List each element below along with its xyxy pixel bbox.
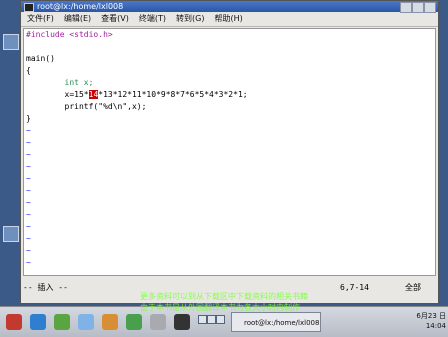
menu-go[interactable]: 转到(G) [176, 12, 204, 26]
menu-edit[interactable]: 编辑(E) [64, 12, 91, 26]
mail-icon[interactable] [54, 314, 70, 330]
empty-line-marker: ~ [26, 174, 31, 183]
browser-icon[interactable] [30, 314, 46, 330]
empty-line-marker: ~ [26, 258, 31, 267]
empty-line-marker: ~ [26, 138, 31, 147]
code-line: } [26, 114, 31, 123]
close-button[interactable] [424, 2, 436, 13]
menu-help[interactable]: 帮助(H) [214, 12, 242, 26]
vim-editor[interactable]: #include <stdio.h> main() { int x; x=15*… [23, 28, 436, 276]
code-after-cursor: *13*12*11*10*9*8*7*6*5*4*3*2*1; [98, 90, 248, 99]
terminal-icon [24, 3, 34, 12]
code-before-cursor: x=15* [26, 90, 89, 99]
maximize-button[interactable] [412, 2, 424, 13]
watermark-text-2: 由于本书是从外国翻译本书为各大小时内制作 [140, 303, 300, 312]
code-line: printf("%d\n",x); [26, 102, 147, 111]
empty-line-marker: ~ [26, 246, 31, 255]
menu-terminal[interactable]: 终端(T) [139, 12, 166, 26]
code-line: main() [26, 54, 55, 63]
menu-bar: 文件(F) 编辑(E) 查看(V) 终端(T) 转到(G) 帮助(H) [21, 12, 438, 27]
text-cursor: 14 [88, 90, 99, 99]
watermark-overlay: 更多资料可以到从下载区中下载资料的相关书籍 由于本书是从外国翻译本书为各大小时内… [140, 291, 440, 335]
start-menu-icon[interactable] [6, 314, 22, 330]
office-impress-icon[interactable] [102, 314, 118, 330]
empty-line-marker: ~ [26, 234, 31, 243]
code-line: { [26, 66, 31, 75]
mode-indicator: -- 插入 -- [23, 283, 68, 292]
terminal-window: root@lx:/home/lxl008 文件(F) 编辑(E) 查看(V) 终… [20, 0, 439, 304]
empty-line-marker: ~ [26, 150, 31, 159]
empty-line-marker: ~ [26, 126, 31, 135]
empty-line-marker: ~ [26, 222, 31, 231]
empty-line-marker: ~ [26, 186, 31, 195]
code-line: x=15*14*13*12*11*10*9*8*7*6*5*4*3*2*1; [26, 89, 248, 101]
window-titlebar[interactable]: root@lx:/home/lxl008 [21, 1, 438, 13]
code-line: int x; [26, 77, 94, 89]
menu-file[interactable]: 文件(F) [27, 12, 54, 26]
empty-line-marker: ~ [26, 210, 31, 219]
empty-line-marker: ~ [26, 198, 31, 207]
office-writer-icon[interactable] [78, 314, 94, 330]
empty-line-marker: ~ [26, 162, 31, 171]
watermark-text-1: 更多资料可以到从下载区中下载资料的相关书籍 [140, 292, 308, 301]
type-keyword: int x; [26, 78, 94, 87]
desktop-icon-2[interactable] [3, 226, 19, 242]
window-title: root@lx:/home/lxl008 [37, 2, 124, 11]
desktop-icon-1[interactable] [3, 34, 19, 50]
code-line: #include <stdio.h> [26, 30, 113, 39]
menu-view[interactable]: 查看(V) [101, 12, 129, 26]
minimize-button[interactable] [400, 2, 412, 13]
